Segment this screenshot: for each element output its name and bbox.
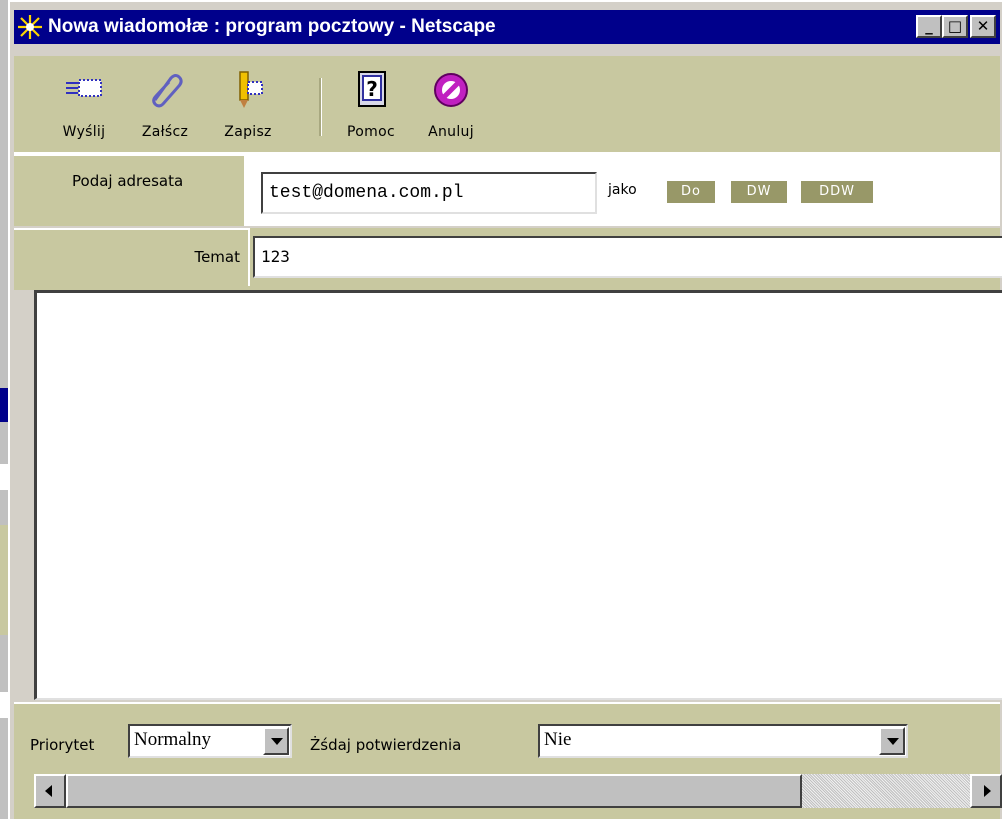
- help-book-icon: ?: [358, 71, 386, 107]
- recipient-label-cell: Podaj adresata: [14, 154, 244, 226]
- close-icon: ✕: [976, 17, 990, 35]
- maximize-icon: □: [947, 17, 963, 35]
- netscape-star-icon: [18, 15, 42, 39]
- confirm-select[interactable]: Nie: [538, 724, 908, 758]
- svg-text:?: ?: [366, 77, 378, 101]
- chevron-down-icon[interactable]: [263, 727, 289, 755]
- message-body-textarea[interactable]: [34, 290, 1002, 700]
- toolbar-separator: [319, 78, 322, 136]
- recipient-type-cc-button[interactable]: DW: [730, 180, 788, 204]
- recipient-label: Podaj adresata: [72, 172, 184, 190]
- save-label: Zapisz: [224, 124, 272, 140]
- arrow-left-icon: [45, 785, 52, 797]
- subject-label-cell: Temat: [14, 228, 250, 286]
- chevron-down-icon[interactable]: [879, 727, 905, 755]
- save-button[interactable]: Zapisz: [210, 62, 286, 148]
- send-label: Wyślij: [62, 124, 106, 140]
- recipient-input[interactable]: test@domena.com.pl: [261, 172, 597, 214]
- minimize-icon: _: [925, 17, 933, 35]
- cancel-label: Anuluj: [428, 124, 474, 140]
- close-button[interactable]: ✕: [970, 15, 996, 38]
- minimize-button[interactable]: _: [916, 15, 942, 38]
- attach-label: Załścz: [141, 124, 189, 140]
- help-label: Pomoc: [347, 124, 395, 140]
- attach-button[interactable]: Załścz: [130, 62, 200, 148]
- scroll-right-button[interactable]: [970, 774, 1002, 808]
- priority-select[interactable]: Normalny: [128, 724, 292, 758]
- window-title: Nowa wiadomołæ : program pocztowy - Nets…: [48, 16, 496, 37]
- envelope-send-icon: [66, 79, 102, 97]
- toolbar: Wyślij Załścz Zapisz ? Pomoc Anuluj: [14, 56, 1000, 154]
- priority-label: Priorytet: [30, 736, 95, 754]
- priority-value: Normalny: [134, 729, 212, 750]
- no-entry-icon: [434, 73, 468, 107]
- as-label: jako: [608, 182, 637, 198]
- subject-input[interactable]: 123: [253, 236, 1002, 278]
- send-button[interactable]: Wyślij: [52, 62, 116, 148]
- paperclip-icon: [152, 74, 183, 108]
- horizontal-scrollbar[interactable]: [34, 774, 1002, 808]
- recipient-type-bcc-button[interactable]: DDW: [800, 180, 874, 204]
- subject-label: Temat: [194, 248, 240, 266]
- maximize-button[interactable]: □: [942, 15, 968, 38]
- scrollbar-thumb[interactable]: [66, 774, 802, 808]
- confirm-value: Nie: [544, 729, 572, 750]
- scroll-left-button[interactable]: [34, 774, 66, 808]
- title-bar[interactable]: Nowa wiadomołæ : program pocztowy - Nets…: [14, 10, 1000, 44]
- help-button[interactable]: ? Pomoc: [334, 62, 408, 148]
- cancel-button[interactable]: Anuluj: [416, 62, 486, 148]
- confirm-label: Żśdaj potwierdzenia: [310, 736, 462, 754]
- arrow-right-icon: [984, 785, 991, 797]
- compose-window: Nowa wiadomołæ : program pocztowy - Nets…: [8, 0, 1002, 819]
- pencil-save-icon: [239, 71, 263, 108]
- recipient-type-to-button[interactable]: Do: [666, 180, 716, 204]
